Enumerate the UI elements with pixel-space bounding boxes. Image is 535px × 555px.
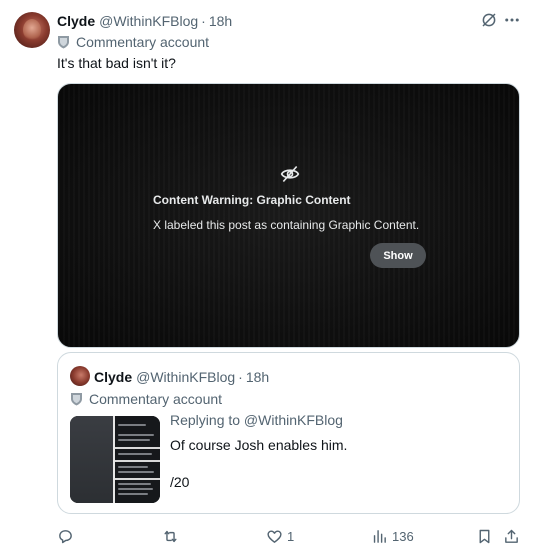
quoted-author-name: Clyde (94, 368, 133, 385)
quoted-post-time: 18h (245, 368, 270, 385)
bookmark-icon (479, 529, 490, 543)
badge-shield-icon (58, 36, 69, 49)
thumbnail-text-line (118, 439, 150, 441)
like-count: 1 (287, 528, 295, 544)
warning-description: X labeled this post as containing Graphi… (153, 218, 420, 232)
thumbnail-rule (115, 478, 160, 480)
post-header: Clyde @WithinKFBlog · 18h (57, 12, 232, 30)
more-icon[interactable] (503, 11, 521, 29)
reply-button[interactable] (57, 527, 78, 545)
reply-icon (59, 529, 72, 543)
like-button[interactable]: 1 (266, 527, 294, 545)
quoted-badge-label: Commentary account (89, 391, 223, 407)
quoted-text-line-2: /20 (170, 474, 190, 490)
separator: · (201, 13, 206, 29)
replying-to: Replying to @WithinKFBlog (170, 412, 343, 428)
post-time[interactable]: 18h (209, 13, 232, 29)
post: Clyde @WithinKFBlog · 18h Commentary acc… (0, 0, 535, 555)
repost-button[interactable] (162, 527, 183, 545)
thumbnail-text-line (118, 453, 152, 455)
author-avatar[interactable] (14, 12, 50, 48)
views-icon (373, 529, 386, 543)
author-name[interactable]: Clyde (57, 13, 95, 29)
thumbnail-text-line (118, 424, 146, 426)
thumbnail-text-line (118, 493, 148, 495)
badge-shield-icon (71, 393, 82, 406)
quoted-text-line-1: Of course Josh enables him. (170, 437, 348, 453)
thumbnail-rule (115, 447, 160, 449)
show-button[interactable]: Show (370, 243, 426, 268)
share-button[interactable] (503, 527, 520, 545)
quoted-post[interactable]: Clyde @WithinKFBlog · 18h Commentary acc… (57, 352, 520, 514)
content-warning-icon (280, 165, 300, 183)
quoted-separator: · (238, 368, 243, 385)
thumbnail-left-panel (70, 416, 113, 503)
thumbnail-text-line (118, 488, 153, 490)
views-button[interactable]: 136 (371, 527, 414, 545)
warning-title: Content Warning: Graphic Content (153, 193, 351, 207)
grok-icon[interactable] (480, 11, 498, 29)
views-count: 136 (392, 528, 414, 544)
media-texture (58, 84, 519, 347)
quoted-post-header: Clyde @WithinKFBlog · 18h (94, 368, 269, 385)
quoted-commentary-badge: Commentary account (70, 391, 222, 407)
quoted-author-avatar[interactable] (70, 366, 90, 386)
author-handle[interactable]: @WithinKFBlog (99, 13, 198, 29)
thumbnail-text-line (118, 483, 151, 485)
bookmark-button[interactable] (476, 527, 493, 545)
like-icon (267, 529, 282, 543)
quoted-media-thumbnail[interactable] (70, 416, 160, 503)
thumbnail-text-line (118, 466, 148, 468)
thumbnail-rule (115, 460, 160, 462)
thumbnail-text-line (118, 471, 154, 473)
repost-icon (164, 530, 177, 542)
commentary-badge: Commentary account (57, 34, 209, 50)
media-warning[interactable]: Content Warning: Graphic Content X label… (57, 83, 520, 348)
share-icon (505, 529, 518, 543)
badge-label: Commentary account (76, 34, 210, 50)
post-text: It's that bad isn't it? (57, 55, 176, 71)
thumbnail-text-line (118, 434, 154, 436)
quoted-author-handle: @WithinKFBlog (136, 368, 236, 385)
